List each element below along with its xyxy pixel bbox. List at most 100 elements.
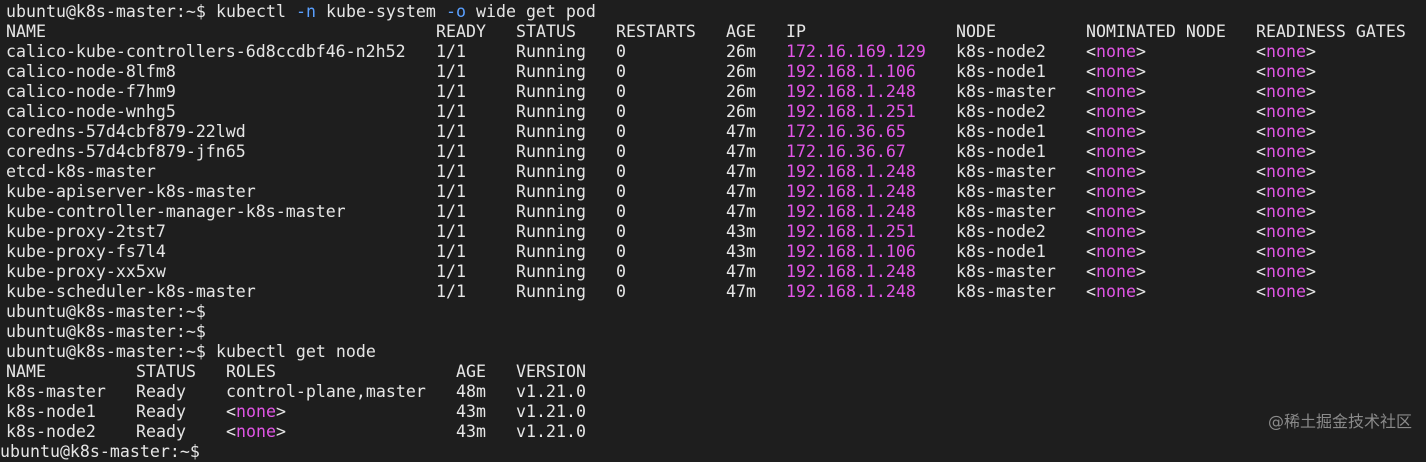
pod-ready: 1/1 (436, 42, 466, 61)
shell-prompt: ubuntu@k8s-master:~$ (6, 322, 206, 341)
watermark: @稀土掘金技术社区 (1267, 412, 1412, 431)
pod-age: 26m (726, 102, 756, 121)
angle-close: > (1306, 222, 1316, 241)
readiness-gates: none (1266, 42, 1306, 61)
shell-prompt-partial: ubuntu@k8s-master:~$ (0, 442, 200, 461)
pod-ready: 1/1 (436, 262, 466, 281)
node-name: k8s-master (6, 382, 106, 401)
pod-ip: 192.168.1.248 (786, 282, 916, 301)
pod-age: 47m (726, 162, 756, 181)
pod-age: 47m (726, 142, 756, 161)
nominated-node: none (1096, 282, 1136, 301)
pod-restarts: 0 (616, 262, 626, 281)
readiness-gates: none (1266, 162, 1306, 181)
angle-close: > (1136, 202, 1146, 221)
pod-ip: 192.168.1.251 (786, 102, 916, 121)
nominated-node: none (1096, 82, 1136, 101)
angle-close: > (1136, 242, 1146, 261)
pod-status: Running (516, 82, 586, 101)
table-row: kube-scheduler-k8s-master 1/1 Running 0 47m 1… (0, 282, 1426, 302)
pod-ip: 192.168.1.106 (786, 242, 916, 261)
angle-open: < (1256, 202, 1266, 221)
angle-open: < (1086, 182, 1096, 201)
table-row: kube-proxy-xx5xw 1/1 Running 0 47m 192.168.1.… (0, 262, 1426, 282)
pod-status: Running (516, 42, 586, 61)
header-name: NAME (6, 22, 46, 41)
pod-ip: 192.168.1.248 (786, 162, 916, 181)
node-version: v1.21.0 (516, 382, 586, 401)
pod-restarts: 0 (616, 282, 626, 301)
pod-status: Running (516, 122, 586, 141)
pod-ready: 1/1 (436, 162, 466, 181)
pod-name: kube-proxy-xx5xw (6, 262, 166, 281)
pod-restarts: 0 (616, 202, 626, 221)
angle-open: < (1086, 42, 1096, 61)
shell-prompt: ubuntu@k8s-master:~$ (6, 302, 206, 321)
pod-restarts: 0 (616, 222, 626, 241)
table-row: kube-proxy-2tst7 1/1 Running 0 43m 192.168.1.… (0, 222, 1426, 242)
header-status: STATUS (136, 362, 196, 381)
pod-restarts: 0 (616, 182, 626, 201)
nominated-node: none (1096, 162, 1136, 181)
angle-open: < (1086, 282, 1096, 301)
shell-prompt: ubuntu@k8s-master:~$ (6, 342, 206, 361)
pod-name: coredns-57d4cbf879-22lwd (6, 122, 246, 141)
pod-node: k8s-master (956, 262, 1056, 281)
pod-status: Running (516, 62, 586, 81)
pod-status: Running (516, 222, 586, 241)
angle-open: < (1256, 82, 1266, 101)
pod-name: kube-apiserver-k8s-master (6, 182, 256, 201)
shell-prompt: ubuntu@k8s-master:~$ (6, 2, 206, 21)
pod-ready: 1/1 (436, 102, 466, 121)
pod-node: k8s-master (956, 202, 1056, 221)
node-age: 48m (456, 382, 486, 401)
nominated-node: none (1096, 102, 1136, 121)
nominated-node: none (1096, 62, 1136, 81)
nominated-node: none (1096, 222, 1136, 241)
angle-open: < (1256, 42, 1266, 61)
pod-name: kube-scheduler-k8s-master (6, 282, 256, 301)
angle-close: > (1306, 102, 1316, 121)
pod-status: Running (516, 142, 586, 161)
angle-open: < (1086, 122, 1096, 141)
pod-ip: 192.168.1.106 (786, 62, 916, 81)
pod-name: calico-node-8lfm8 (6, 62, 176, 81)
table-row: coredns-57d4cbf879-22lwd 1/1 Running 0 47m 17… (0, 122, 1426, 142)
pod-age: 47m (726, 202, 756, 221)
angle-close: > (1306, 82, 1316, 101)
pod-ready: 1/1 (436, 242, 466, 261)
pod-name: calico-kube-controllers-6d8ccdbf46-n2h52 (6, 42, 406, 61)
pod-node: k8s-node1 (956, 142, 1046, 161)
nominated-node: none (1096, 202, 1136, 221)
angle-close: > (1306, 282, 1316, 301)
pod-age: 47m (726, 182, 756, 201)
pod-ready: 1/1 (436, 182, 466, 201)
command-text: kubectl get node (216, 342, 376, 361)
angle-close: > (1306, 202, 1316, 221)
angle-open: < (1256, 222, 1266, 241)
angle-open: < (1256, 162, 1266, 181)
header-node: NODE (956, 22, 996, 41)
angle-close: > (1136, 262, 1146, 281)
pod-ready: 1/1 (436, 122, 466, 141)
angle-close: > (1136, 222, 1146, 241)
angle-open: < (1256, 182, 1266, 201)
angle-open: < (1086, 82, 1096, 101)
pod-node: k8s-master (956, 182, 1056, 201)
pod-table-header: NAME READY STATUS RESTARTS AGE IP NODE NOMINATE… (0, 22, 1426, 42)
pod-age: 26m (726, 82, 756, 101)
pod-status: Running (516, 242, 586, 261)
readiness-gates: none (1266, 202, 1306, 221)
node-status: Ready (136, 422, 186, 441)
pod-restarts: 0 (616, 62, 626, 81)
header-status: STATUS (516, 22, 576, 41)
header-ip: IP (786, 22, 806, 41)
terminal-window[interactable]: ubuntu@k8s-master:~$ kubectl -n kube-syst… (0, 0, 1426, 461)
table-row: k8s-master Ready control-plane,master 48m v1… (0, 382, 1426, 402)
header-restarts: RESTARTS (616, 22, 696, 41)
pod-restarts: 0 (616, 242, 626, 261)
nominated-node: none (1096, 262, 1136, 281)
nominated-node: none (1096, 182, 1136, 201)
pod-node: k8s-node2 (956, 102, 1046, 121)
angle-close: > (1136, 122, 1146, 141)
